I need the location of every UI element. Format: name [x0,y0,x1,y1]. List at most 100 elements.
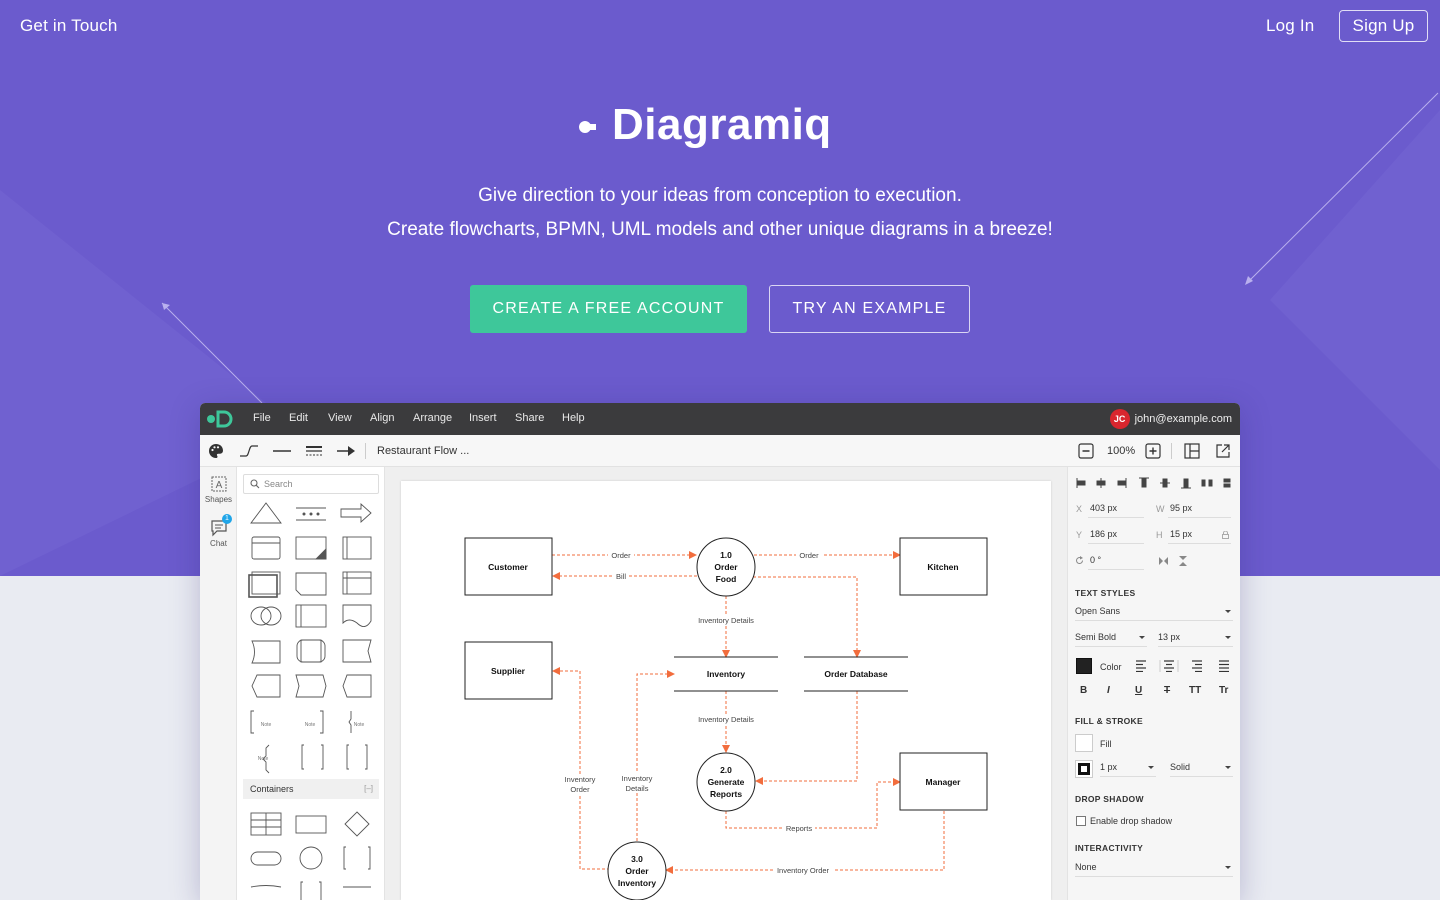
y-field[interactable]: 186 px [1088,528,1144,544]
get-in-touch-link[interactable]: Get in Touch [20,16,118,36]
app-logo-icon [207,410,233,428]
left-rail: A Shapes 1 Chat [200,467,237,900]
flow-label: Inventory Details [698,715,754,724]
app-menubar: File Edit View Align Arrange Insert Shar… [200,403,1240,435]
menu-insert[interactable]: Insert [469,412,497,424]
font-select[interactable]: Open Sans [1075,605,1233,621]
search-placeholder: Search [264,479,293,489]
rotation-field[interactable]: 0 ° [1088,554,1144,570]
rotation-value: 0 ° [1090,555,1102,565]
flow-label: Details [626,784,649,793]
align-tools-icon[interactable] [1076,477,1236,489]
tagline-secondary: Create flowcharts, BPMN, UML models and … [387,219,1053,240]
brand-name: Diagramiq [612,100,832,149]
rotate-icon [1076,556,1084,564]
manager-label: Manager [926,777,962,787]
flip-icon[interactable] [1159,556,1189,566]
x-label: X [1076,504,1083,514]
shapes-tab-label: Shapes [204,495,233,504]
font-size-select[interactable]: 13 px [1158,631,1233,647]
signup-button[interactable]: Sign Up [1339,10,1428,42]
flow-label: Inventory [565,775,596,784]
capitalize-button[interactable]: Tr [1219,685,1228,696]
create-account-button[interactable]: CREATE A FREE ACCOUNT [470,285,747,333]
login-link[interactable]: Log In [1266,16,1314,36]
text-align-icons[interactable] [1135,660,1230,672]
chevron-down-icon [1225,766,1231,769]
process-name: Order [714,562,738,572]
try-example-button[interactable]: TRY AN EXAMPLE [769,285,970,333]
text-color-swatch[interactable] [1076,658,1092,674]
chevron-down-icon [1139,636,1145,639]
drop-shadow-checkbox[interactable] [1076,816,1086,826]
y-value: 186 px [1090,529,1118,539]
stroke-color-swatch[interactable] [1075,760,1093,778]
process-name: Order [625,866,649,876]
zoom-in-icon[interactable] [1145,443,1161,459]
user-menu[interactable]: JC john@example.com [1109,409,1232,429]
container-shapes[interactable] [237,807,385,900]
font-size-value: 13 px [1158,632,1181,642]
search-input[interactable]: Search [243,474,379,494]
layout-panels-icon[interactable] [1184,443,1200,459]
h-field[interactable]: 15 px [1168,528,1231,544]
chat-tab[interactable]: 1 Chat [200,514,237,548]
process-number: 2.0 [720,765,732,775]
underline-button[interactable]: U [1135,685,1142,696]
user-email: john@example.com [1134,413,1232,425]
stroke-style-select[interactable]: Solid [1170,761,1233,777]
zoom-out-icon[interactable] [1078,443,1094,459]
note-shape-label: Note [261,722,272,728]
menu-share[interactable]: Share [515,412,544,424]
document-title[interactable]: Restaurant Flow ... [377,445,469,457]
bold-button[interactable]: B [1080,685,1087,696]
line-weight-icon[interactable] [305,443,323,459]
x-field[interactable]: 403 px [1088,502,1144,518]
interactivity-select[interactable]: None [1075,861,1233,877]
arrow-end-icon[interactable] [336,443,356,459]
font-weight-select[interactable]: Semi Bold [1075,631,1147,647]
w-value: 95 px [1170,503,1193,513]
app-preview-window: File Edit View Align Arrange Insert Shar… [200,403,1240,900]
flow-label: Inventory Details [698,616,754,625]
flow-label: Order [611,551,631,560]
menu-help[interactable]: Help [562,412,585,424]
menu-align[interactable]: Align [370,412,394,424]
interactivity-value: None [1075,862,1097,872]
fullscreen-icon[interactable] [1215,443,1231,459]
flow-label: Reports [786,824,813,833]
italic-button[interactable]: I [1107,685,1110,696]
menu-arrange[interactable]: Arrange [413,412,452,424]
palette-icon[interactable] [208,443,224,459]
containers-section-header[interactable]: Containers [–] [243,779,379,799]
strikethrough-button[interactable]: T [1164,685,1170,696]
menu-edit[interactable]: Edit [289,412,308,424]
stroke-width-value: 1 px [1100,762,1118,772]
h-value: 15 px [1170,529,1193,539]
interactivity-heading: INTERACTIVITY [1075,843,1144,853]
collapse-toggle[interactable]: [–] [364,779,373,799]
lock-icon[interactable] [1222,531,1229,539]
fill-color-swatch[interactable] [1075,734,1093,752]
fill-label: Fill [1100,739,1112,749]
process-name: Food [716,574,737,584]
process-name: Reports [710,789,742,799]
connector-style-icon[interactable] [239,443,261,459]
w-field[interactable]: 95 px [1168,502,1231,518]
flow-label: Order [799,551,819,560]
order-database-label: Order Database [824,669,888,679]
uppercase-button[interactable]: TT [1189,685,1201,696]
brand-logo: Diagramiq [578,100,832,150]
stroke-width-select[interactable]: 1 px [1100,761,1156,777]
line-style-icon[interactable] [272,443,292,459]
note-shape-label: Note [305,722,316,728]
chevron-down-icon [1225,610,1231,613]
shapes-tab[interactable]: A Shapes [200,475,237,504]
process-name: Generate [708,777,745,787]
menu-view[interactable]: View [328,412,352,424]
menu-file[interactable]: File [253,412,271,424]
drop-shadow-heading: DROP SHADOW [1075,794,1144,804]
flow-label: Inventory Order [777,866,830,875]
diagram-page[interactable]: Customer Kitchen Supplier Manager Invent… [401,481,1051,900]
kitchen-label: Kitchen [927,562,958,572]
